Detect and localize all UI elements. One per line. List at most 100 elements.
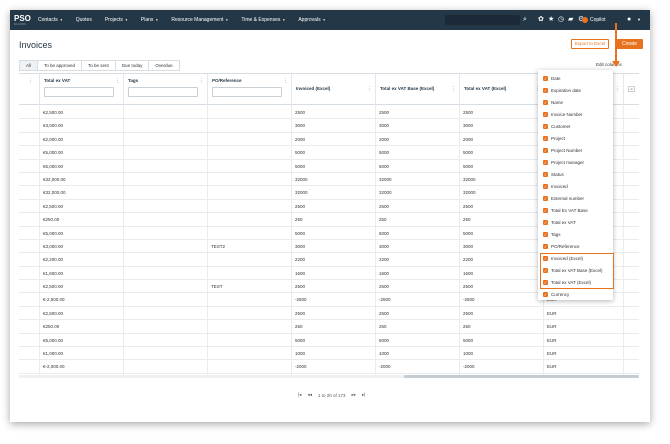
checkbox-checked-icon[interactable]: ✓ — [543, 99, 548, 105]
column-option[interactable]: ✓ Customer — [543, 121, 571, 131]
column-option-label: External number — [551, 196, 585, 201]
cell-invoiced-excel: 3000 — [295, 243, 306, 249]
nav-contacts[interactable]: Contacts ▼ — [38, 17, 63, 23]
filter-input[interactable] — [44, 87, 114, 97]
checkbox-checked-icon[interactable]: ✓ — [543, 123, 548, 129]
cell-total-ex-vat-base-excel: -2500 — [379, 297, 391, 303]
gear-icon[interactable]: ✿ — [538, 14, 544, 26]
column-option[interactable]: ✓ Currency — [543, 290, 569, 300]
scrollbar-thumb[interactable] — [404, 375, 639, 378]
checkbox-checked-icon[interactable]: ✓ — [543, 111, 548, 117]
column-po-reference[interactable]: PO/Reference ⋮ — [207, 74, 291, 106]
clock-icon[interactable]: ◷ — [558, 14, 564, 26]
column-option[interactable]: ✓ Tags — [543, 230, 561, 240]
table-row[interactable]: €5,000.00 5000 5000 5000 EUR — [19, 334, 639, 348]
column-option[interactable]: ✓ External number — [543, 194, 584, 204]
filter-input[interactable] — [128, 87, 198, 97]
column-option[interactable]: ✓ Invoiced — [543, 181, 568, 191]
cell-total-ex-vat: €-2,500.00 — [43, 297, 65, 303]
previous-page-icon[interactable]: ◂◂ — [307, 392, 312, 398]
cell-invoiced-excel: -2000 — [295, 364, 307, 370]
search-icon[interactable]: ⌕ — [523, 14, 527, 26]
cell-total-ex-vat-excel: 5000 — [463, 230, 474, 236]
column-tags[interactable]: Tags ⋮ — [123, 74, 207, 106]
column-menu-icon[interactable]: ⋮ — [615, 86, 620, 92]
column-option[interactable]: ✓ Expiration date — [543, 85, 581, 95]
column-total-ex-vat-excel[interactable]: Total ex VAT (Excel)⋮ — [459, 74, 543, 106]
cell-total-ex-vat-excel: 5000 — [463, 150, 474, 156]
column-total-ex-vat-base-excel[interactable]: Total ex VAT Base (Excel) ⋮ — [375, 74, 459, 106]
nav-quotes[interactable]: Quotes — [76, 17, 92, 23]
table-row[interactable]: €2,500.00 2500 2500 2500 EUR — [19, 307, 639, 321]
horizontal-scrollbar[interactable] — [19, 375, 639, 378]
star-icon[interactable]: ★ — [548, 14, 554, 26]
checkbox-checked-icon[interactable]: ✓ — [543, 147, 548, 153]
column-option[interactable]: ✓ Total ex VAT — [543, 218, 576, 228]
user-icon[interactable]: ● — [627, 14, 631, 26]
chat-icon[interactable]: ▰ — [568, 14, 573, 26]
cell-total-ex-vat-base-excel: 2500 — [379, 203, 390, 209]
filter-input[interactable] — [212, 87, 282, 97]
column-extra[interactable]: ⊞ — [623, 74, 639, 106]
column-option[interactable]: ✓ Project manager — [543, 157, 584, 167]
column-invoiced-excel[interactable]: Invoiced (Excel) ⋮ — [291, 74, 375, 106]
column-menu-icon[interactable]: ⋮ — [115, 78, 120, 84]
checkbox-checked-icon[interactable]: ✓ — [543, 244, 548, 250]
table-row[interactable]: €250.00 250 250 250 EUR — [19, 320, 639, 334]
checkbox-checked-icon[interactable]: ✓ — [543, 208, 548, 214]
arrow-head — [612, 61, 620, 67]
column-option[interactable]: ✓ Project Number — [543, 145, 582, 155]
column-menu-icon[interactable]: ⋮ — [283, 78, 288, 84]
first-page-icon[interactable]: |◂ — [298, 392, 301, 398]
cell-currency: EUR — [547, 324, 557, 330]
checkbox-checked-icon[interactable]: ✓ — [543, 292, 548, 298]
nav-plans[interactable]: Plans ▼ — [141, 17, 159, 23]
tab-to-be-sent[interactable]: To be sent — [82, 60, 116, 71]
cell-total-ex-vat: €2,500.00 — [43, 310, 64, 316]
column-handle[interactable]: ⋮ — [19, 74, 39, 106]
checkbox-checked-icon[interactable]: ✓ — [543, 75, 548, 81]
tab-overdue[interactable]: Overdue — [149, 60, 180, 71]
nav-projects[interactable]: Projects ▼ — [105, 17, 128, 23]
column-option[interactable]: ✓ Date — [543, 73, 561, 83]
create-button[interactable]: Create — [616, 39, 643, 49]
cell-currency: EUR — [547, 351, 557, 357]
checkbox-checked-icon[interactable]: ✓ — [543, 196, 548, 201]
checkbox-checked-icon[interactable]: ✓ — [543, 171, 548, 177]
column-menu-icon[interactable]: ⋮ — [367, 86, 372, 92]
chevron-down-icon[interactable]: ▼ — [637, 14, 641, 26]
column-option[interactable]: ✓ Project — [543, 133, 565, 143]
last-page-icon[interactable]: ▸| — [362, 392, 365, 398]
nav-time-expenses[interactable]: Time & Expenses ▼ — [241, 17, 285, 23]
next-page-icon[interactable]: ▸▸ — [352, 392, 357, 398]
column-total-ex-vat[interactable]: Total ex VAT ⋮ — [39, 74, 123, 106]
checkbox-checked-icon[interactable]: ✓ — [543, 159, 548, 165]
tab-due-today[interactable]: Due today — [115, 60, 150, 71]
checkbox-checked-icon[interactable]: ✓ — [543, 135, 548, 141]
cell-total-ex-vat: €250.00 — [43, 217, 60, 223]
table-row[interactable]: €1,000.00 1000 1000 1000 EUR — [19, 347, 639, 361]
tab-to-be-approved[interactable]: To be approved — [38, 60, 83, 71]
nav-approvals[interactable]: Approvals ▼ — [298, 17, 325, 23]
column-option[interactable]: ✓ Name — [543, 97, 563, 107]
column-option[interactable]: ✓ PO/Reference — [543, 242, 580, 252]
column-option[interactable]: ✓ Invoice Number — [543, 109, 583, 119]
table-row[interactable]: €-2,000.00 -2000 -2000 -2000 EUR — [19, 360, 639, 374]
column-menu-icon[interactable]: ⋮ — [451, 86, 456, 92]
export-to-excel-button[interactable]: Export to Excel — [571, 39, 609, 49]
tab-all[interactable]: All — [19, 60, 39, 71]
logo[interactable]: PSO CLOUD — [14, 14, 32, 26]
column-option[interactable]: ✓ Status — [543, 169, 564, 179]
checkbox-checked-icon[interactable]: ✓ — [543, 183, 548, 189]
checkbox-checked-icon[interactable]: ✓ — [543, 87, 548, 93]
checkbox-checked-icon[interactable]: ✓ — [543, 232, 548, 238]
cell-invoiced-excel: 5000 — [295, 150, 306, 156]
copilot-icon — [582, 17, 588, 23]
column-option[interactable]: ✓ Total Ex VAT Base — [543, 206, 588, 216]
expand-icon[interactable]: ⊞ — [628, 86, 635, 92]
column-menu-icon[interactable]: ⋮ — [199, 78, 204, 84]
search-input[interactable] — [445, 15, 520, 25]
copilot-button[interactable]: Copilot — [582, 14, 606, 26]
nav-resource-management[interactable]: Resource Management ▼ — [171, 17, 228, 23]
checkbox-checked-icon[interactable]: ✓ — [543, 220, 548, 226]
